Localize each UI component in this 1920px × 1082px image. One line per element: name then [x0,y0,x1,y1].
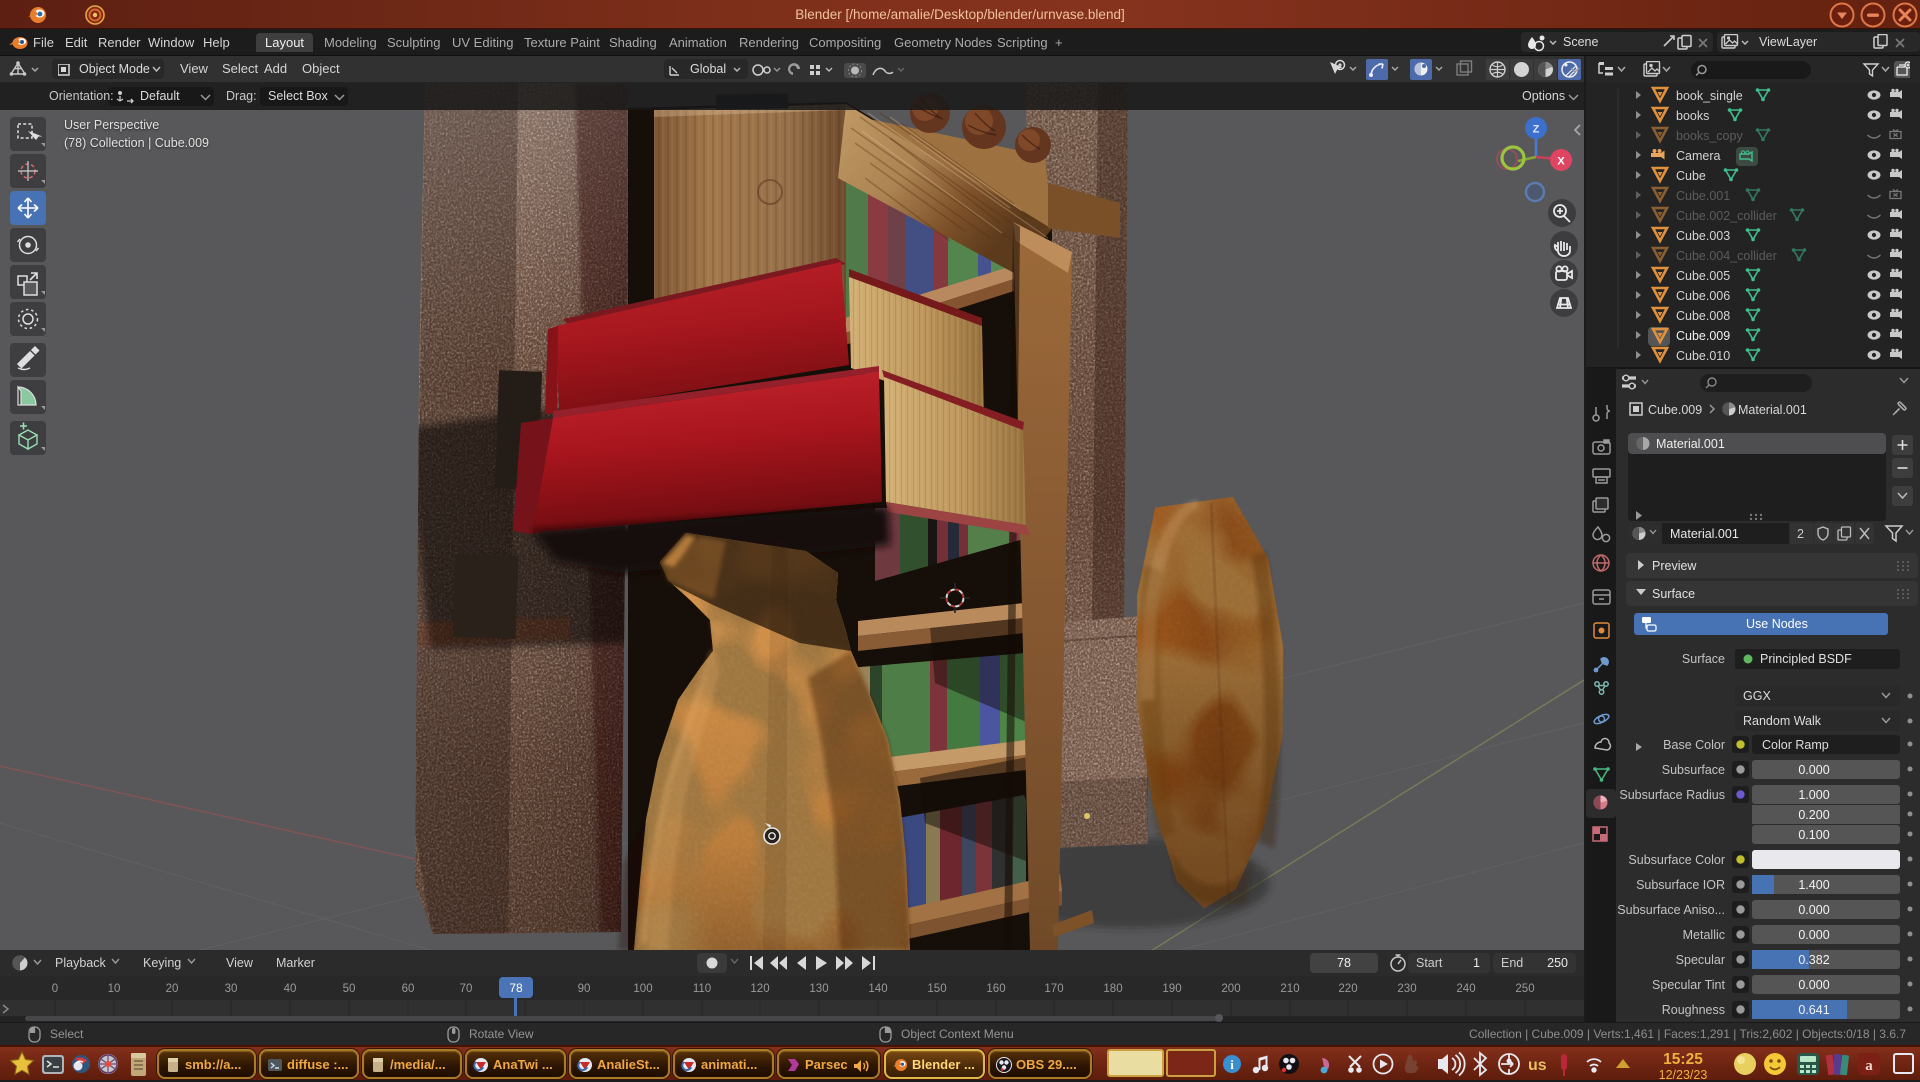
svg-text:Material.001: Material.001 [1656,437,1725,451]
svg-text:Use Nodes: Use Nodes [1746,617,1808,631]
svg-text:Principled BSDF: Principled BSDF [1760,652,1852,666]
svg-text:Material.001: Material.001 [1738,403,1807,417]
svg-text:Specular: Specular [1676,953,1725,967]
svg-text:0.000: 0.000 [1798,763,1829,777]
svg-text:15:25: 15:25 [1663,1051,1703,1068]
svg-text:Subsurface Radius: Subsurface Radius [1619,788,1725,802]
svg-text:160: 160 [986,983,1005,995]
svg-text:End: End [1501,956,1523,970]
svg-text:Marker: Marker [276,956,315,970]
svg-text:Cube.003: Cube.003 [1676,229,1730,243]
svg-text:Cube.002_collider: Cube.002_collider [1676,209,1777,223]
svg-text:Cube.006: Cube.006 [1676,289,1730,303]
svg-text:Roughness: Roughness [1662,1003,1725,1017]
svg-text:Keying: Keying [143,956,181,970]
svg-text:Subsurface Aniso...: Subsurface Aniso... [1617,903,1725,917]
svg-text:Preview: Preview [1652,559,1697,573]
svg-text:Cube.004_collider: Cube.004_collider [1676,249,1777,263]
svg-text:1.000: 1.000 [1798,788,1829,802]
svg-text:books_copy: books_copy [1676,129,1743,143]
svg-text:50: 50 [343,983,356,995]
svg-text:210: 210 [1280,983,1299,995]
svg-text:Cube.010: Cube.010 [1676,349,1730,363]
svg-text:10: 10 [108,983,121,995]
svg-text:View: View [226,956,254,970]
svg-text:us: us [1528,1057,1547,1074]
svg-text:a: a [1865,1058,1873,1074]
svg-text:120: 120 [750,983,769,995]
svg-text:Cube.009: Cube.009 [1648,403,1702,417]
svg-text:240: 240 [1456,983,1475,995]
svg-text:100: 100 [633,983,652,995]
svg-text:0.000: 0.000 [1798,978,1829,992]
svg-text:60: 60 [402,983,415,995]
svg-text:170: 170 [1044,983,1063,995]
svg-text:Z: Z [1533,124,1540,136]
svg-text:Subsurface IOR: Subsurface IOR [1636,878,1725,892]
svg-text:Base Color: Base Color [1663,738,1725,752]
svg-text:Cube: Cube [1676,169,1706,183]
svg-text:books: books [1676,109,1709,123]
svg-text:0.641: 0.641 [1798,1003,1829,1017]
svg-text:Cube.009: Cube.009 [1676,329,1730,343]
svg-text:book_single: book_single [1676,89,1743,103]
svg-text:140: 140 [868,983,887,995]
svg-text:70: 70 [460,983,473,995]
svg-text:Subsurface: Subsurface [1662,763,1725,777]
svg-text:i: i [1230,1057,1234,1072]
svg-text:Subsurface Color: Subsurface Color [1628,853,1725,867]
svg-text:150: 150 [927,983,946,995]
svg-text:Cube.001: Cube.001 [1676,189,1730,203]
svg-text:0.382: 0.382 [1798,953,1829,967]
svg-text:250: 250 [1547,956,1568,970]
svg-text:0.000: 0.000 [1798,928,1829,942]
svg-text:30: 30 [225,983,238,995]
svg-text:Color Ramp: Color Ramp [1762,738,1829,752]
svg-text:220: 220 [1338,983,1357,995]
svg-text:20: 20 [166,983,179,995]
svg-text:78: 78 [509,981,523,995]
svg-text:Cube.008: Cube.008 [1676,309,1730,323]
svg-text:130: 130 [809,983,828,995]
svg-text:78: 78 [1337,956,1351,970]
svg-text:Surface: Surface [1652,587,1695,601]
svg-text:GGX: GGX [1743,689,1771,703]
svg-text:110: 110 [693,983,711,995]
svg-text:Metallic: Metallic [1683,928,1725,942]
svg-text:Surface: Surface [1682,652,1725,666]
svg-text:0.000: 0.000 [1798,903,1829,917]
svg-text:Cube.005: Cube.005 [1676,269,1730,283]
svg-text:230: 230 [1397,983,1416,995]
svg-text:Material.001: Material.001 [1670,527,1739,541]
svg-text:200: 200 [1221,983,1240,995]
svg-text:1.400: 1.400 [1798,878,1829,892]
svg-text:250: 250 [1515,983,1534,995]
svg-text:0.200: 0.200 [1798,808,1829,822]
svg-text:Specular Tint: Specular Tint [1652,978,1725,992]
svg-text:190: 190 [1162,983,1181,995]
svg-text:Playback: Playback [55,956,106,970]
svg-text:0.100: 0.100 [1798,828,1829,842]
svg-text:Camera: Camera [1676,149,1721,163]
svg-text:2: 2 [1797,527,1804,541]
svg-text:40: 40 [284,983,297,995]
svg-text:180: 180 [1103,983,1122,995]
svg-text:90: 90 [578,983,591,995]
svg-text:Random Walk: Random Walk [1743,714,1822,728]
svg-text:Start: Start [1416,956,1443,970]
svg-text:1: 1 [1473,956,1480,970]
svg-text:0: 0 [52,983,58,995]
svg-text:X: X [1557,156,1565,168]
